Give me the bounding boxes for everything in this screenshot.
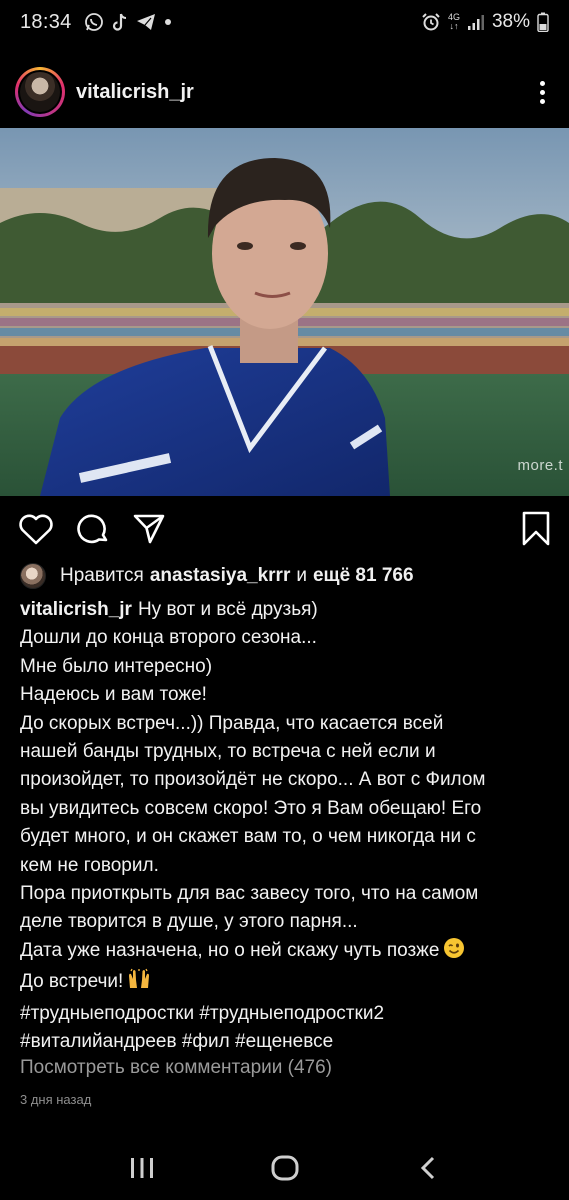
caption-line: Надеюсь и вам тоже!: [20, 684, 207, 706]
caption-line: кем не говорил.: [20, 854, 159, 876]
network-type: 4G ↓↑: [448, 13, 460, 31]
caption-line: Дата уже назначена, но о ней скажу чуть …: [20, 939, 440, 961]
signal-icon: [467, 13, 485, 31]
caption-line: деле творится в душе, у этого парня...: [20, 911, 358, 933]
alarm-icon: [421, 12, 441, 32]
post-photo[interactable]: more.t: [0, 128, 569, 496]
caption-hashtags[interactable]: #виталийандреев #фил #ещеневсе: [20, 1028, 550, 1056]
caption-line: будет много, и он скажет вам то, о чем н…: [20, 826, 476, 848]
caption-hashtags[interactable]: #трудныеподростки #трудныеподростки2: [20, 1000, 550, 1028]
caption-line: До встречи!: [20, 971, 124, 993]
post-username[interactable]: vitalicrish_jr: [76, 81, 194, 104]
post-caption: vitalicrish_jr Ну вот и всё друзья) Дошли…: [20, 596, 550, 1057]
battery-icon: [537, 12, 549, 32]
post-header: vitalicrish_jr: [0, 62, 569, 122]
likes-count[interactable]: ещё 81 766: [313, 565, 414, 587]
caption-line: До скорых встреч...)) Правда, что касает…: [20, 712, 444, 734]
whatsapp-icon: [84, 12, 104, 32]
caption-username[interactable]: vitalicrish_jr: [20, 599, 132, 620]
post-timestamp: 3 дня назад: [20, 1092, 92, 1107]
caption-line: Ну вот и всё друзья): [137, 599, 318, 620]
caption-line: произойдет, то произойдёт не скоро... А …: [20, 769, 486, 791]
battery-percent: 38%: [491, 11, 530, 32]
network-label-bottom: ↓↑: [449, 21, 459, 31]
system-nav-bar: [0, 1136, 569, 1200]
likes-conjunction: и: [296, 565, 307, 586]
caption-line: Пора приоткрыть для вас завесу того, что…: [20, 883, 479, 905]
notification-dot-icon: [164, 18, 172, 26]
avatar-image: [20, 72, 60, 112]
caption-line: Дошли до конца второго сезона...: [20, 627, 317, 649]
raising-hands-emoji-icon: [127, 968, 151, 999]
winking-face-emoji-icon: [443, 937, 465, 968]
photo-watermark: more.t: [517, 457, 563, 474]
more-options-icon[interactable]: [530, 72, 554, 112]
telegram-icon: [136, 13, 156, 31]
liked-by-username[interactable]: anastasiya_krrr: [150, 565, 291, 587]
likes-summary[interactable]: Нравится anastasiya_krrr и ещё 81 766: [20, 562, 420, 590]
liker-avatar: [20, 563, 46, 589]
caption-line: нашей банды трудных, то встреча с ней ес…: [20, 741, 436, 763]
view-comments-link[interactable]: Посмотреть все комментарии (476): [20, 1057, 332, 1079]
post-photo-illustration: [0, 128, 569, 496]
avatar[interactable]: [15, 67, 65, 117]
post-actions: [0, 506, 569, 552]
status-bar: 18:34 4G ↓↑ 38%: [0, 0, 569, 44]
comment-icon[interactable]: [76, 512, 110, 546]
recent-apps-icon[interactable]: [112, 1143, 172, 1193]
back-icon[interactable]: [398, 1143, 458, 1193]
heart-icon[interactable]: [18, 512, 54, 546]
bookmark-icon[interactable]: [521, 511, 551, 547]
caption-line: вы увидитесь совсем скоро! Это я Вам обе…: [20, 797, 482, 819]
home-icon[interactable]: [255, 1143, 315, 1193]
likes-prefix: Нравится: [60, 565, 144, 586]
tiktok-icon: [112, 12, 128, 32]
share-icon[interactable]: [132, 513, 166, 545]
caption-line: Мне было интересно): [20, 655, 213, 677]
status-time: 18:34: [20, 10, 72, 33]
